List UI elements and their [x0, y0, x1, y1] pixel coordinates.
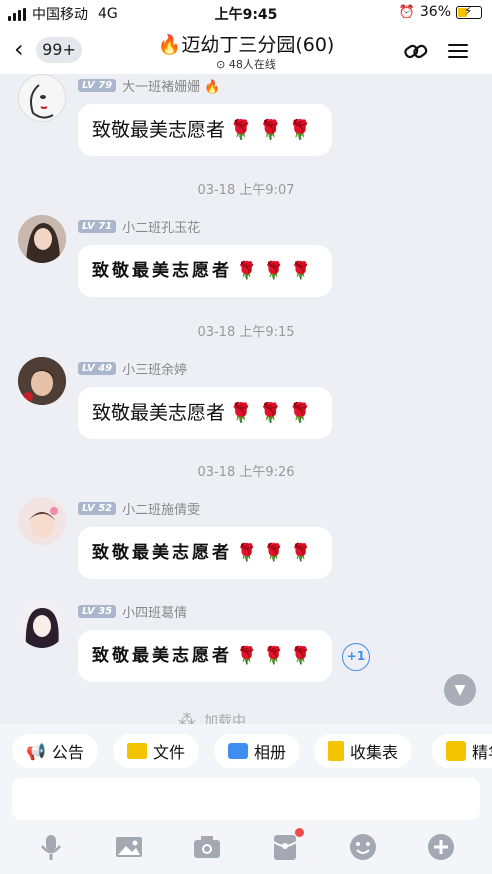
loading-indicator: ⁂ 加载中: [178, 710, 246, 724]
quick-action-announcement[interactable]: 📢 公告: [12, 734, 98, 768]
alarm-icon: ⏰: [398, 4, 415, 20]
sender-meta: LV 79 大一班褚姗姗 🔥: [78, 76, 220, 95]
sender-name[interactable]: 大一班褚姗姗 🔥: [122, 76, 220, 95]
rose-emoji: 🌹🌹🌹: [229, 119, 318, 141]
quick-action-label: 文件: [153, 743, 186, 762]
image-icon[interactable]: [114, 832, 144, 862]
rose-emoji: 🌹🌹🌹: [236, 261, 318, 281]
notification-dot: [295, 828, 304, 837]
sender-name[interactable]: 小二班孔玉花: [122, 217, 200, 236]
sender-meta: LV 49 小三班余婷: [78, 359, 187, 378]
loading-label: 加载中: [204, 713, 246, 725]
battery-icon: ⚡: [456, 4, 482, 19]
message-item: LV 49 小三班余婷 致敬最美志愿者 🌹🌹🌹: [18, 357, 478, 457]
message-bubble[interactable]: 致敬最美志愿者 🌹🌹🌹: [78, 527, 332, 579]
rose-emoji: 🌹🌹🌹: [236, 646, 318, 666]
message-text: 致敬最美志愿者: [92, 543, 232, 563]
sender-meta: LV 71 小二班孔玉花: [78, 217, 200, 236]
spinner-icon: ⁂: [178, 710, 196, 724]
quick-action-album[interactable]: 相册: [214, 734, 301, 768]
avatar[interactable]: [18, 215, 66, 263]
avatar[interactable]: [18, 600, 66, 648]
red-packet-icon[interactable]: [270, 828, 304, 862]
rose-emoji: 🌹🌹🌹: [236, 543, 318, 563]
sender-meta: LV 35 小四班葛倩: [78, 602, 187, 621]
level-badge: LV 35: [78, 605, 117, 618]
scroll-down-icon[interactable]: ▼: [444, 674, 476, 706]
avatar[interactable]: [18, 497, 66, 545]
message-item: LV 52 小二班施倩雯 致敬最美志愿者 🌹🌹🌹: [18, 497, 478, 597]
emoji-icon[interactable]: [348, 832, 378, 862]
message-bubble[interactable]: 致敬最美志愿者 🌹🌹🌹: [78, 387, 332, 439]
timestamp: 03-18 上午9:15: [197, 325, 295, 340]
plus-one-button[interactable]: +1: [342, 643, 370, 671]
level-badge: LV 49: [78, 362, 117, 375]
sender-meta: LV 52 小二班施倩雯: [78, 499, 200, 518]
chat-header: ‹ 99+ 🔥迈幼丁三分园(60) ⊙ 48人在线: [0, 26, 492, 74]
quick-actions-bar: 📢 公告 文件 相册 收集表 精华: [0, 724, 492, 780]
online-icon: ⊙: [216, 58, 226, 71]
megaphone-icon: 📢: [26, 741, 46, 761]
quick-action-label: 公告: [51, 743, 84, 762]
form-icon: [328, 741, 344, 761]
message-text: 致敬最美志愿者: [92, 261, 232, 281]
message-text: 致敬最美志愿者: [92, 119, 226, 141]
sender-name[interactable]: 小二班施倩雯: [122, 499, 200, 518]
message-item: LV 79 大一班褚姗姗 🔥 致敬最美志愿者 🌹🌹🌹: [18, 74, 478, 174]
message-bubble[interactable]: 致敬最美志愿者 🌹🌹🌹: [78, 630, 332, 682]
message-item: LV 71 小二班孔玉花 致敬最美志愿者 🌹🌹🌹: [18, 215, 478, 315]
timestamp: 03-18 上午9:26: [197, 465, 295, 480]
message-list[interactable]: LV 79 大一班褚姗姗 🔥 致敬最美志愿者 🌹🌹🌹 03-18 上午9:07 L…: [0, 74, 492, 724]
timestamp: 03-18 上午9:07: [197, 183, 295, 198]
camera-icon[interactable]: [192, 832, 222, 862]
link-icon[interactable]: [402, 38, 430, 64]
status-bar: 中国移动 4G 上午9:45 ⏰ 36% ⚡: [0, 0, 492, 26]
level-badge: LV 52: [78, 502, 117, 515]
plus-icon[interactable]: [426, 832, 456, 862]
quick-action-files[interactable]: 文件: [113, 734, 200, 768]
quick-action-form[interactable]: 收集表: [314, 734, 413, 768]
quick-action-label: 收集表: [350, 743, 399, 762]
message-text: 致敬最美志愿者: [92, 646, 232, 666]
online-label: 48人在线: [228, 58, 276, 71]
battery-percent: 36%: [419, 4, 451, 20]
album-icon: [228, 743, 248, 759]
avatar[interactable]: [18, 74, 66, 122]
folder-icon: [127, 743, 147, 759]
quick-action-label: 相册: [254, 743, 287, 762]
microphone-icon[interactable]: [36, 832, 66, 862]
sender-name[interactable]: 小三班余婷: [122, 359, 187, 378]
avatar[interactable]: [18, 357, 66, 405]
message-bubble[interactable]: 致敬最美志愿者 🌹🌹🌹: [78, 104, 332, 156]
level-badge: LV 71: [78, 220, 117, 233]
message-text: 致敬最美志愿者: [92, 402, 226, 424]
sender-name[interactable]: 小四班葛倩: [122, 602, 187, 621]
message-input[interactable]: [12, 778, 480, 820]
rose-emoji: 🌹🌹🌹: [229, 402, 318, 424]
quick-action-label: 精华: [472, 743, 492, 762]
bottom-toolbar: [0, 820, 492, 874]
input-bar: [0, 778, 492, 820]
message-bubble[interactable]: 致敬最美志愿者 🌹🌹🌹: [78, 245, 332, 297]
status-right: ⏰ 36% ⚡: [399, 4, 482, 20]
menu-icon[interactable]: [444, 40, 472, 66]
quick-action-essence[interactable]: 精华: [432, 734, 492, 768]
message-item: LV 35 小四班葛倩 致敬最美志愿者 🌹🌹🌹: [18, 600, 478, 700]
level-badge: LV 79: [78, 79, 117, 92]
essence-icon: [446, 741, 466, 761]
